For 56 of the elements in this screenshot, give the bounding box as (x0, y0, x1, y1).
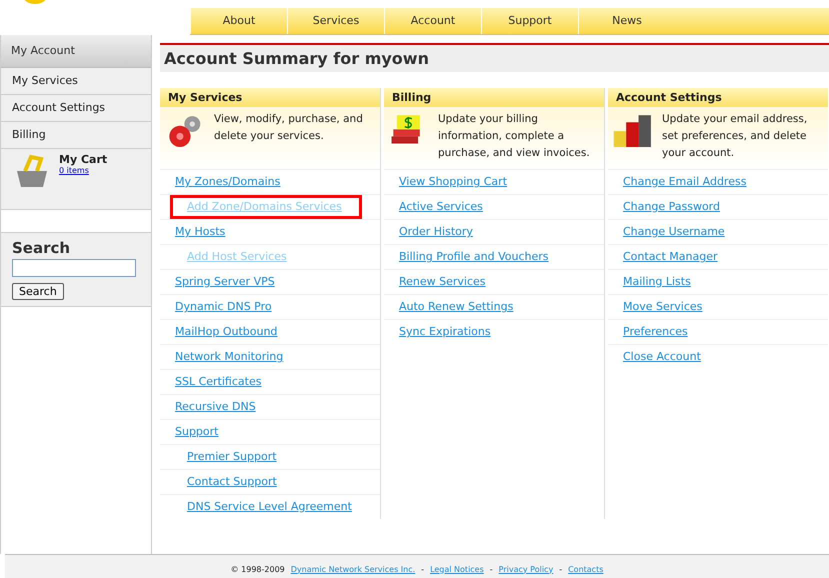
search-title: Search (12, 239, 72, 257)
nav-link[interactable]: Services (287, 8, 384, 34)
nav-link[interactable]: Support (481, 8, 578, 34)
panel-description: Update your billing information, complete a purchase, and view invoices. (438, 112, 591, 161)
service-link[interactable]: My Hosts (175, 225, 226, 238)
service-link[interactable]: DNS Service Level Agreement (187, 500, 352, 513)
sidebar-item[interactable]: My Services (1, 68, 151, 95)
service-link[interactable]: Contact Manager (623, 250, 718, 263)
service-link[interactable]: Active Services (399, 200, 483, 213)
footer-link[interactable]: Privacy Policy (498, 564, 554, 574)
service-link[interactable]: Network Monitoring (175, 350, 284, 363)
panel-header: Billing (384, 88, 604, 107)
nav-link[interactable]: Account (384, 8, 481, 34)
service-link[interactable]: Contact Support (187, 475, 277, 488)
service-link[interactable]: Renew Services (399, 275, 486, 288)
service-link[interactable]: My Zones/Domains (175, 175, 280, 188)
service-link[interactable]: Order History (399, 225, 473, 238)
nav-link[interactable]: About (190, 8, 287, 34)
service-link[interactable]: Billing Profile and Vouchers (399, 250, 549, 263)
sidebar-item[interactable]: Billing (1, 122, 151, 149)
service-link[interactable]: Change Password (623, 200, 720, 213)
service-link[interactable]: Sync Expirations (399, 325, 491, 338)
service-link[interactable]: Preferences (623, 325, 688, 338)
sidebar-header: My Account (1, 35, 151, 68)
service-link[interactable]: Move Services (623, 300, 702, 313)
nav-link[interactable]: News (578, 8, 675, 34)
separator-text: - (421, 564, 424, 574)
service-link[interactable]: SSL Certificates (175, 375, 262, 388)
footer-link[interactable]: Dynamic Network Services Inc. (290, 564, 416, 574)
service-link[interactable]: Close Account (623, 350, 701, 363)
service-link[interactable]: Premier Support (187, 450, 277, 463)
service-link[interactable]: Change Email Address (623, 175, 746, 188)
panel-description: View, modify, purchase, and delete your services. (214, 112, 364, 144)
page-title: Account Summary for myown (160, 43, 829, 72)
cart-title: My Cart (59, 153, 108, 166)
service-link[interactable]: Recursive DNS (175, 400, 256, 413)
service-link[interactable]: View Shopping Cart (399, 175, 508, 188)
service-link[interactable]: MailHop Outbound (175, 325, 278, 338)
separator-text: - (490, 564, 493, 574)
service-link[interactable]: Support (175, 425, 218, 438)
service-link[interactable]: Change Username (623, 225, 725, 238)
footer-link[interactable]: Legal Notices (430, 564, 484, 574)
sidebar-item[interactable]: Account Settings (1, 95, 151, 122)
service-link[interactable]: Mailing Lists (623, 275, 691, 288)
separator-text: - (559, 564, 562, 574)
service-link[interactable]: Auto Renew Settings (399, 300, 514, 313)
copyright-text: © 1998-2009 (230, 564, 285, 574)
footer-link[interactable]: Contacts (568, 564, 604, 574)
search-button[interactable]: Search (12, 283, 64, 300)
service-link[interactable]: Spring Server VPS (175, 275, 275, 288)
cart-items-link[interactable]: 0 items (59, 166, 108, 175)
panel-description: Update your email address, set preferences, and delete your account. (662, 112, 808, 161)
service-link[interactable]: Dynamic DNS Pro (175, 300, 272, 313)
panel-header: Account Settings (608, 88, 828, 107)
panel-header: My Services (160, 88, 380, 107)
search-field[interactable] (12, 259, 136, 277)
